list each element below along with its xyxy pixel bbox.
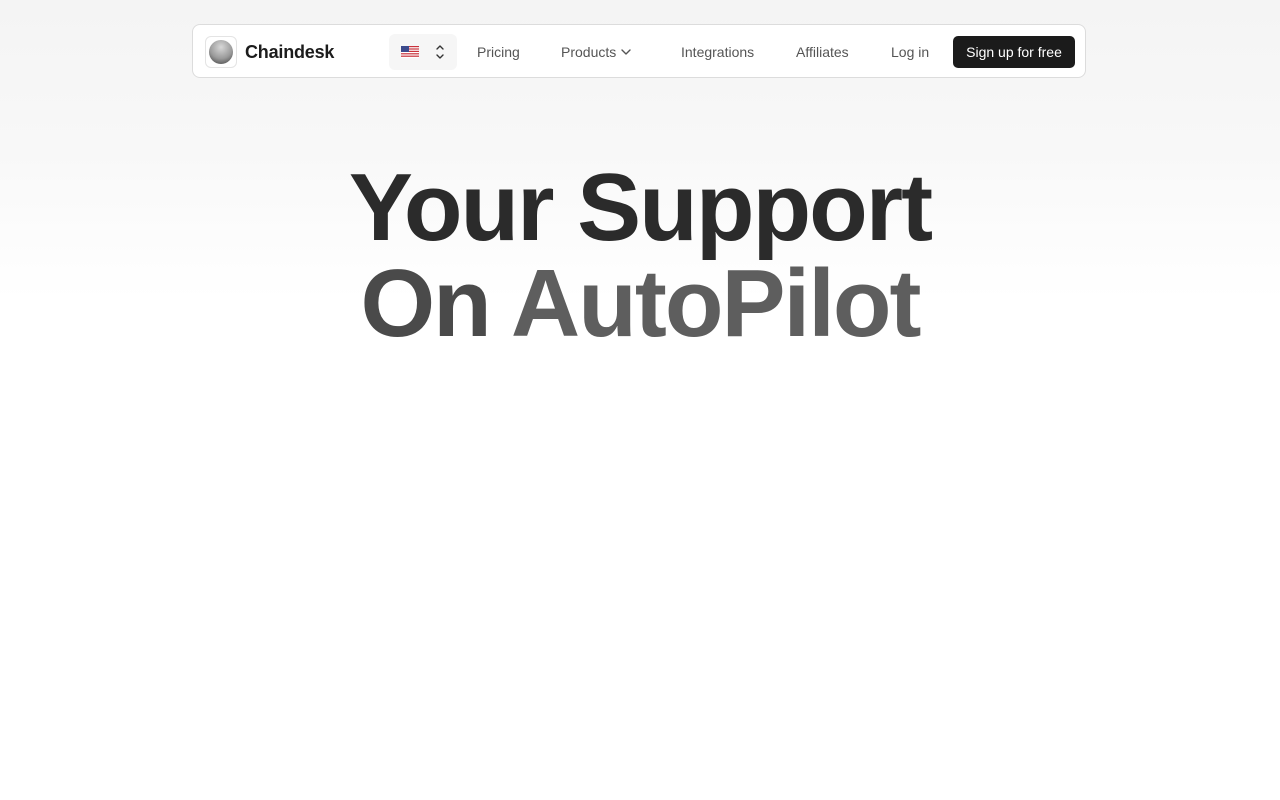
- chevron-up-down-icon: [436, 45, 444, 59]
- signup-button[interactable]: Sign up for free: [953, 36, 1075, 68]
- language-select[interactable]: [389, 34, 457, 70]
- brand-name: Chaindesk: [245, 41, 335, 62]
- hero-heading: Your Support On AutoPilot: [0, 160, 1280, 352]
- nav-link-integrations[interactable]: Integrations: [681, 42, 754, 62]
- nav-link-pricing[interactable]: Pricing: [477, 42, 520, 62]
- page: Chaindesk Pricing Products Integrations …: [0, 0, 1280, 800]
- nav-link-login[interactable]: Log in: [891, 42, 929, 62]
- hero-line-2-prefix: On: [360, 250, 511, 357]
- nav-products-label: Products: [561, 44, 617, 60]
- hero-line-2-accent: AutoPilot: [510, 250, 922, 357]
- us-flag-icon: [401, 46, 419, 58]
- brand-link[interactable]: Chaindesk: [205, 36, 334, 68]
- nav-link-affiliates[interactable]: Affiliates: [796, 42, 849, 62]
- hero-line-2: On AutoPilot: [0, 256, 1280, 352]
- logo-icon: [205, 36, 237, 68]
- nav-products-dropdown[interactable]: Products: [561, 42, 632, 62]
- chevron-down-icon: [621, 49, 631, 55]
- top-navbar: Chaindesk Pricing Products Integrations …: [192, 24, 1086, 78]
- hero-line-1: Your Support: [348, 154, 933, 261]
